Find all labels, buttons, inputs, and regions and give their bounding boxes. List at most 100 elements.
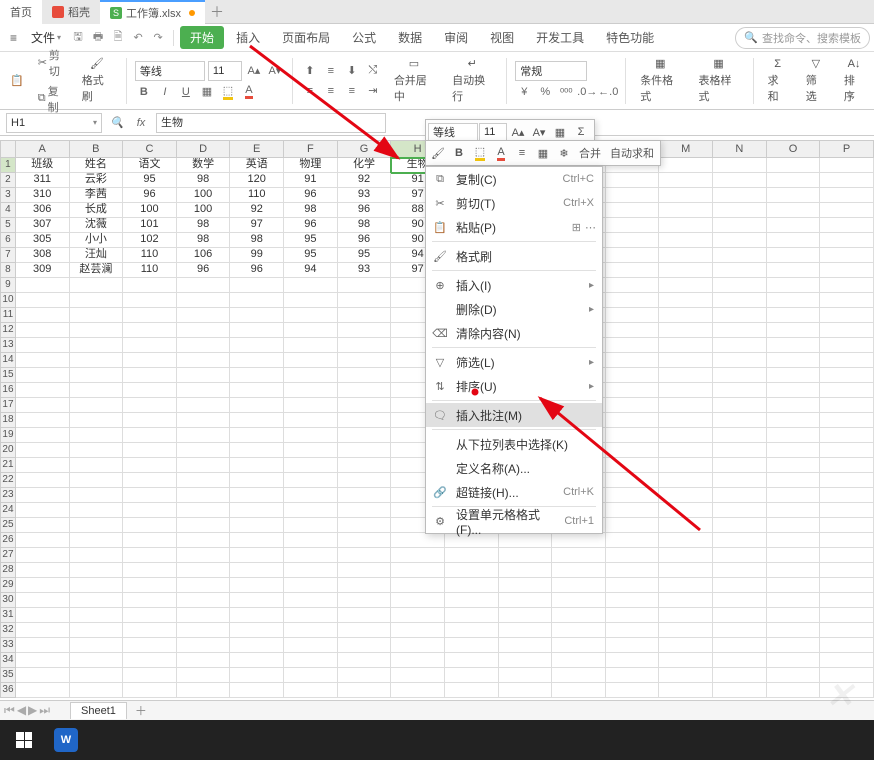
cell[interactable] (445, 548, 499, 563)
cell[interactable] (767, 323, 821, 338)
row-header[interactable]: 30 (0, 593, 16, 608)
cell[interactable] (230, 278, 284, 293)
cell[interactable] (16, 608, 70, 623)
cell[interactable] (284, 323, 338, 338)
cell[interactable] (767, 533, 821, 548)
cell[interactable] (177, 653, 231, 668)
cell[interactable] (177, 533, 231, 548)
cell[interactable] (767, 653, 821, 668)
cm-copy[interactable]: ⧉复制(C)Ctrl+C (426, 167, 602, 191)
cell[interactable] (499, 563, 553, 578)
cm-pick-from-list[interactable]: 从下拉列表中选择(K) (426, 432, 602, 456)
cell[interactable] (820, 188, 874, 203)
cell[interactable] (606, 383, 660, 398)
cell[interactable] (338, 548, 392, 563)
cell[interactable] (70, 278, 124, 293)
cell[interactable] (123, 608, 177, 623)
cell[interactable] (177, 308, 231, 323)
cell[interactable] (70, 608, 124, 623)
cell[interactable] (659, 683, 713, 698)
cell[interactable] (16, 533, 70, 548)
cell[interactable] (606, 473, 660, 488)
cell[interactable] (391, 653, 445, 668)
cell[interactable] (659, 623, 713, 638)
cell[interactable] (820, 503, 874, 518)
cell[interactable]: 95 (284, 248, 338, 263)
cell[interactable] (820, 293, 874, 308)
cell[interactable] (713, 233, 767, 248)
cell[interactable] (767, 683, 821, 698)
cell[interactable] (659, 668, 713, 683)
cell[interactable] (820, 638, 874, 653)
cell[interactable] (767, 563, 821, 578)
cell[interactable] (70, 488, 124, 503)
cell[interactable] (606, 188, 660, 203)
row-header[interactable]: 2 (0, 173, 16, 188)
row-header[interactable]: 15 (0, 368, 16, 383)
cell[interactable]: 100 (177, 188, 231, 203)
cell[interactable] (659, 398, 713, 413)
cell[interactable] (177, 668, 231, 683)
cell[interactable] (552, 563, 606, 578)
start-button[interactable] (4, 722, 44, 758)
cell[interactable] (284, 443, 338, 458)
cell[interactable] (820, 428, 874, 443)
cell[interactable] (123, 458, 177, 473)
cell[interactable] (16, 518, 70, 533)
cell[interactable] (177, 638, 231, 653)
cell[interactable] (552, 653, 606, 668)
cell[interactable] (70, 383, 124, 398)
cell[interactable] (659, 368, 713, 383)
cell[interactable] (284, 593, 338, 608)
indent-icon[interactable]: ⇥ (364, 82, 382, 100)
cell[interactable] (820, 368, 874, 383)
cell[interactable] (16, 683, 70, 698)
mini-freeze-icon[interactable]: ❄ (554, 143, 574, 163)
cell[interactable] (177, 473, 231, 488)
cell[interactable]: 307 (16, 218, 70, 233)
cell[interactable]: 92 (338, 173, 392, 188)
cell[interactable] (820, 323, 874, 338)
cell[interactable] (123, 578, 177, 593)
cell[interactable] (338, 593, 392, 608)
cell[interactable] (230, 368, 284, 383)
cell[interactable] (123, 353, 177, 368)
cell[interactable] (177, 368, 231, 383)
ribbon-tab-formula[interactable]: 公式 (342, 26, 386, 49)
undo-icon[interactable]: ↶ (129, 29, 147, 47)
cell[interactable] (70, 323, 124, 338)
sort-button[interactable]: A↓排序 (838, 56, 870, 106)
cell[interactable] (16, 563, 70, 578)
cell[interactable] (659, 563, 713, 578)
cell[interactable] (767, 218, 821, 233)
cell[interactable] (552, 668, 606, 683)
redo-icon[interactable]: ↷ (149, 29, 167, 47)
cm-insert-comment[interactable]: 🗨插入批注(M) (426, 403, 602, 427)
cell[interactable] (16, 458, 70, 473)
cell[interactable] (552, 638, 606, 653)
cell[interactable] (284, 368, 338, 383)
cell[interactable] (713, 668, 767, 683)
cell[interactable] (820, 248, 874, 263)
cell[interactable] (123, 308, 177, 323)
cell[interactable] (123, 443, 177, 458)
cell[interactable] (606, 593, 660, 608)
cell[interactable] (123, 653, 177, 668)
cell[interactable] (820, 383, 874, 398)
cell[interactable]: 98 (284, 203, 338, 218)
cell[interactable] (820, 353, 874, 368)
cell[interactable] (820, 578, 874, 593)
cell[interactable] (713, 578, 767, 593)
cell[interactable] (606, 503, 660, 518)
cell[interactable] (70, 638, 124, 653)
cell[interactable] (713, 623, 767, 638)
cell[interactable] (659, 293, 713, 308)
cell[interactable] (230, 308, 284, 323)
cell[interactable] (177, 503, 231, 518)
cell[interactable]: 96 (230, 263, 284, 278)
cell[interactable] (445, 623, 499, 638)
cell[interactable] (177, 293, 231, 308)
cell[interactable] (177, 398, 231, 413)
cell[interactable] (606, 293, 660, 308)
font-size-select[interactable]: 11 (208, 61, 242, 81)
